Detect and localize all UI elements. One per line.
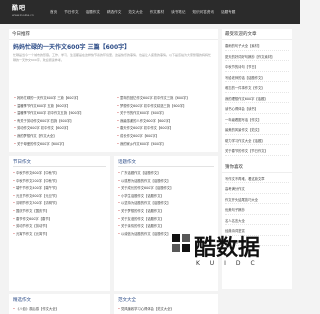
list-item[interactable]: 关于成长的作文600字【话题作文】: [118, 185, 214, 193]
list-item[interactable]: 广东话题作文【话题作文】: [118, 170, 214, 178]
list-item[interactable]: 元宵节作文【元宵节】: [13, 231, 107, 239]
list-item[interactable]: 作文开头结尾技巧大全: [225, 194, 289, 204]
headline-description: 忙碌是当今一个城市的形容。工作、学习、生活都是在这样快节奏的环境里，这是快乐的事…: [13, 53, 212, 62]
list-item[interactable]: 春雨的句子大全【素材】: [225, 40, 289, 51]
list-item[interactable]: 关于春节的作文【节日作文】: [225, 145, 289, 156]
list-item[interactable]: 春天作文600字 初中作文【600字】: [117, 125, 215, 133]
watermark: 酷数据 KUIDC: [170, 220, 300, 300]
samples-title[interactable]: 范文大全: [118, 297, 136, 303]
section-title: 今日推荐: [12, 32, 30, 37]
list-item[interactable]: 有关于劳动作文600字 四篇【600字】: [14, 118, 112, 126]
list-item[interactable]: 温暖季节作文600字 初中作文五篇【600字】: [14, 110, 112, 118]
list-item[interactable]: 关于母爱的作文600字【600字】: [14, 141, 112, 149]
sidebar-section-header: 猜你喜欢: [222, 162, 292, 173]
selected-essays-panel: 精选作文 《八佰》观后感【作文大全】: [9, 294, 110, 314]
list-item[interactable]: 关于书的作文600字【600字】: [117, 110, 215, 118]
section-header: 今日推荐: [9, 29, 218, 40]
nav-item-selected[interactable]: 精选作文: [107, 10, 121, 15]
list-item[interactable]: 以感恩为话题的作文【话题作文】: [118, 178, 214, 186]
list-item[interactable]: 清明节作文300字【清明节】: [13, 200, 107, 208]
list-item[interactable]: 国庆节作文【国庆节】: [13, 208, 107, 216]
selected-title[interactable]: 精选作文: [13, 297, 31, 303]
list-item[interactable]: 助力学习作文大全【话题】: [225, 135, 289, 145]
popular-list: 春雨的句子大全【素材】 夏天的好词好句摘抄【作文素材】 中秋节的诗句【节日】 写…: [222, 40, 292, 156]
festival-essays-panel: 节日作文 中秋节作文600字【中秋节】 中秋节作文200字【中秋节】 端午节作文…: [9, 156, 110, 291]
list-item[interactable]: 《八佰》观后感【作文大全】: [13, 306, 107, 314]
list-item[interactable]: 我最感谢的人作文600字【600字】: [117, 118, 215, 126]
headline-link[interactable]: 妈妈忙碌的一天作文600字 三篇【600字】: [13, 42, 130, 51]
list-item[interactable]: 读书心得体会【读书】: [225, 103, 289, 114]
list-item[interactable]: 我的梦想作文【作文大全】: [14, 133, 112, 141]
list-item[interactable]: 中秋节作文600字【中秋节】: [13, 170, 107, 178]
nav-item-topic[interactable]: 话题作文: [86, 10, 100, 15]
list-item[interactable]: 小学生话题作文【话题作文】: [118, 193, 214, 201]
logo-text: 酷吧: [12, 5, 27, 12]
nav-item-festival[interactable]: 节日作文: [64, 10, 78, 15]
sidebar-title-guess: 猜你喜欢: [225, 164, 243, 170]
list-item[interactable]: 端午节作文400字【端午节】: [13, 185, 107, 193]
divider: [118, 166, 214, 167]
nav-item-home[interactable]: 首页: [50, 10, 57, 15]
watermark-text: 酷数据: [194, 236, 261, 261]
nav-item-qa[interactable]: 知识问答资讯: [192, 10, 214, 15]
list-item[interactable]: 中秋节作文200字【中秋节】: [13, 178, 107, 186]
site-logo[interactable]: 酷吧 www.kuuba.cn: [12, 3, 46, 21]
festival-title[interactable]: 节日作文: [13, 159, 31, 165]
recommend-list-left: 妈妈忙碌的一天作文600字 三篇【600字】 温暖季节作文600字 五篇【600…: [14, 95, 112, 148]
topic-title[interactable]: 话题作文: [118, 159, 136, 165]
list-item[interactable]: 温暖季节作文600字 五篇【600字】: [14, 103, 112, 111]
nav-item-special[interactable]: 话题专题: [221, 10, 235, 15]
list-item[interactable]: 妈妈忙碌的一天作文600字 三篇【600字】: [14, 95, 112, 103]
samples-list: 党风廉政学习心得体会【范文大全】: [118, 306, 214, 314]
watermark-logo-icon: [172, 234, 190, 252]
list-item[interactable]: 关于梦想的作文【话题作文】: [118, 208, 214, 216]
list-item[interactable]: 劳动作文600字 初中作文【600字】: [14, 125, 112, 133]
list-item[interactable]: 劳动节作文【劳动节】: [13, 223, 107, 231]
top-navigation-bar: 酷吧 www.kuuba.cn 首页 节日作文 话题作文 精选作文 范文大全 作…: [0, 0, 300, 24]
list-item[interactable]: 优美句子摘抄: [225, 204, 289, 215]
watermark-sub: KUIDC: [196, 260, 265, 267]
list-item[interactable]: 难忘的一件事作文【作文】: [225, 82, 289, 93]
selected-list: 《八佰》观后感【作文大全】: [13, 306, 107, 314]
list-item[interactable]: 梦想作文600字 初中作文精选三篇【600字】: [117, 103, 215, 111]
list-item[interactable]: 我的理想作文600字【话题】: [225, 93, 289, 103]
list-item[interactable]: 以坚持为话题的作文【话题作文】: [118, 200, 214, 208]
divider: [13, 166, 106, 167]
list-item[interactable]: 元旦节作文600字【元旦节】: [13, 193, 107, 201]
list-item[interactable]: 夏天的好词好句摘抄【作文素材】: [225, 51, 289, 61]
list-item[interactable]: 党风廉政学习心得体会【范文大全】: [118, 306, 214, 314]
nav-item-notes[interactable]: 读书笔记: [171, 10, 185, 15]
today-recommend-panel: 今日推荐 妈妈忙碌的一天作文600字 三篇【600字】 忙碌是当今一个城市的形容…: [9, 29, 218, 152]
list-item[interactable]: 最美的风景作文【范文】: [225, 124, 289, 135]
nav-item-materials[interactable]: 作文素材: [150, 10, 164, 15]
main-nav: 首页 节日作文 话题作文 精选作文 范文大全 作文素材 读书笔记 知识问答资讯 …: [50, 0, 242, 24]
logo-url: www.kuuba.cn: [12, 13, 34, 17]
sidebar-section-header: 最受欢迎的文章: [222, 29, 292, 40]
list-item[interactable]: 高考满分作文: [225, 183, 289, 194]
festival-list: 中秋节作文600字【中秋节】 中秋节作文200字【中秋节】 端午节作文400字【…: [13, 170, 107, 238]
list-item[interactable]: 一年级看图写话【作文】: [225, 114, 289, 124]
list-item[interactable]: 童年的回忆作文600字 初中作文三篇【600字】: [117, 95, 215, 103]
list-item[interactable]: 中秋节的诗句【节日】: [225, 61, 289, 72]
list-item[interactable]: 春节作文600字【春节】: [13, 216, 107, 224]
nav-item-samples[interactable]: 范文大全: [128, 10, 142, 15]
list-item[interactable]: 我的家乡作文600字【600字】: [117, 141, 215, 149]
list-item[interactable]: 写作文不再难，看这篇文章: [225, 173, 289, 183]
list-item[interactable]: 成长作文600字【600字】: [117, 133, 215, 141]
sidebar-title-popular: 最受欢迎的文章: [225, 32, 257, 37]
list-item[interactable]: 写给老师的话【话题作文】: [225, 72, 289, 82]
recommend-list-right: 童年的回忆作文600字 初中作文三篇【600字】 梦想作文600字 初中作文精选…: [117, 95, 215, 148]
